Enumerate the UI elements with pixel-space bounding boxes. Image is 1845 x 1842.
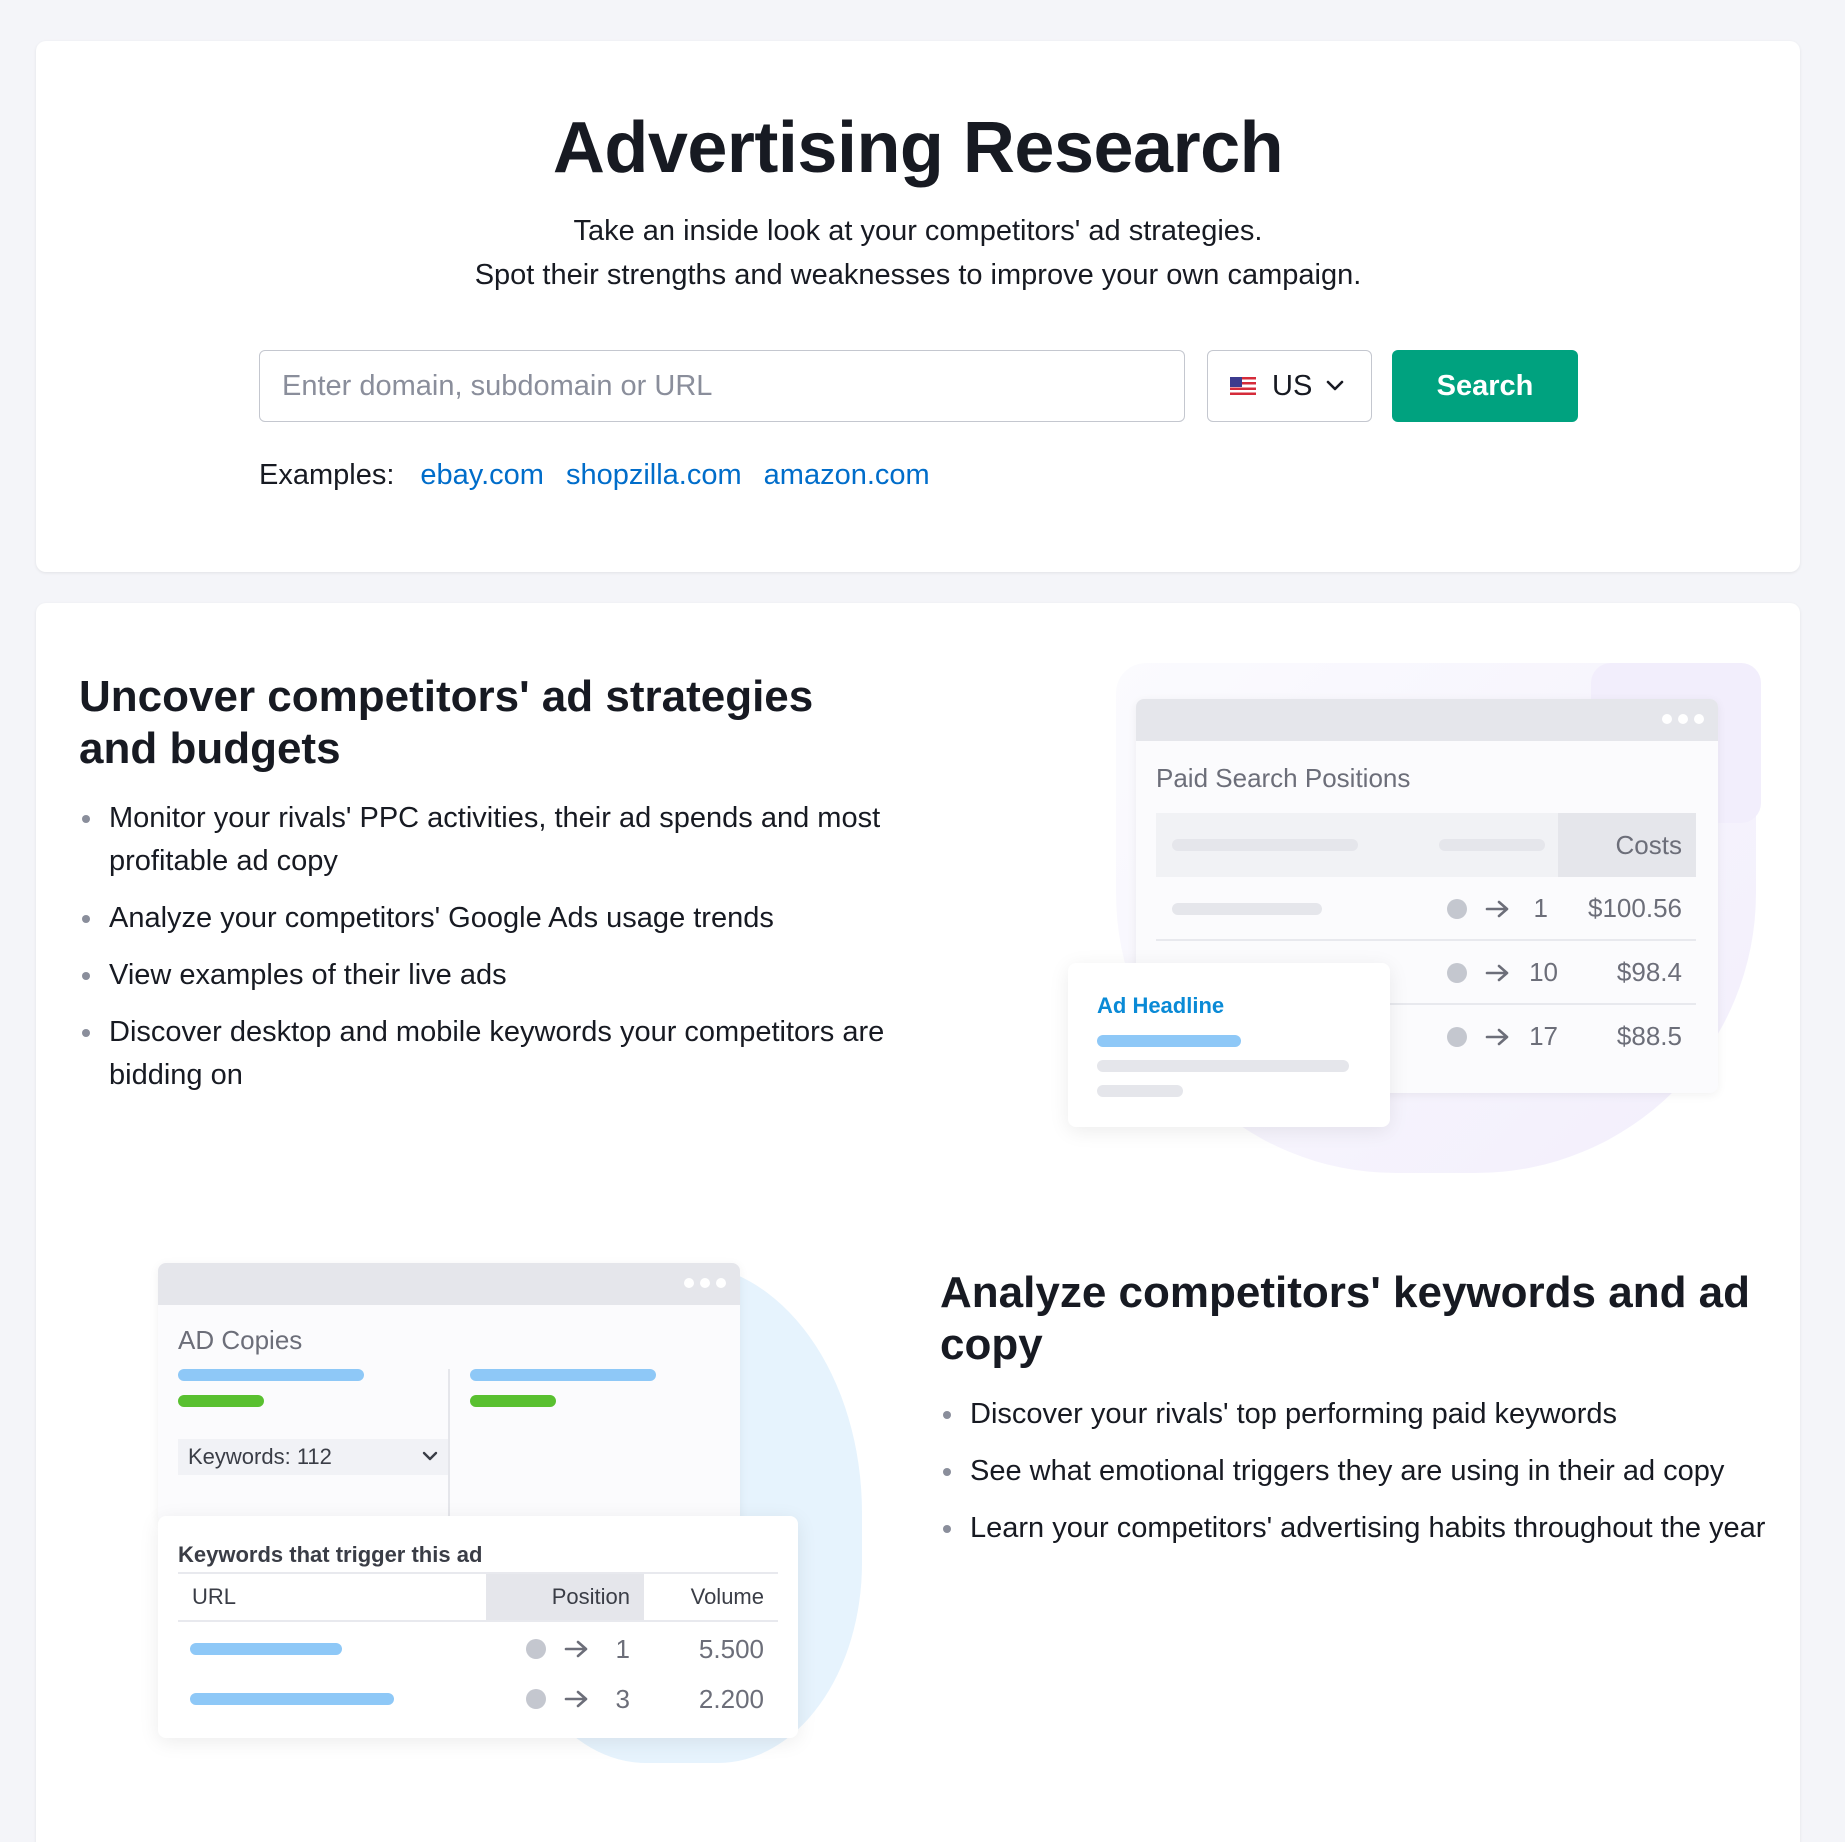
window-title: Paid Search Positions (1156, 763, 1411, 793)
cost-value: $100.56 (1588, 893, 1682, 923)
feature1-bullet: Discover desktop and mobile keywords you… (79, 1011, 899, 1097)
status-dot (526, 1639, 546, 1659)
keywords-table-row: 1 5.500 (178, 1624, 778, 1674)
placeholder-bar (1097, 1085, 1183, 1097)
feature1-bullet: View examples of their live ads (79, 954, 899, 997)
keywords-trigger-card: Keywords that trigger this ad URL Positi… (158, 1516, 798, 1738)
feature2-bullet: Learn your competitors' advertising habi… (940, 1507, 1770, 1550)
ad-copies-illustration: AD Copies Keywords: 112 Keywords that tr… (122, 1263, 922, 1803)
feature2-bullet: See what emotional triggers they are usi… (940, 1450, 1770, 1493)
arrow-right-icon (1485, 964, 1509, 982)
search-card: Advertising Research Take an inside look… (36, 41, 1800, 572)
chevron-down-icon (422, 1451, 438, 1461)
status-dot (1447, 899, 1467, 919)
paid-search-illustration: Paid Search Positions Costs 1 $100.56 10… (1016, 663, 1796, 1183)
feature1-bullet: Monitor your rivals' PPC activities, the… (79, 797, 899, 883)
keywords-select-label: Keywords: 112 (188, 1444, 332, 1469)
feature2-bullet-list: Discover your rivals' top performing pai… (940, 1393, 1770, 1564)
country-label: US (1272, 369, 1313, 402)
example-link-shopzilla[interactable]: shopzilla.com (566, 459, 742, 492)
position-value: 1 (615, 1634, 630, 1664)
page-title: Advertising Research (552, 108, 1284, 188)
keywords-select[interactable]: Keywords: 112 (178, 1439, 448, 1475)
placeholder-bar (470, 1395, 556, 1407)
feature2-bullet: Discover your rivals' top performing pai… (940, 1393, 1770, 1436)
keywords-table-title: Keywords that trigger this ad (178, 1542, 483, 1567)
keywords-table-row: 3 2.200 (178, 1674, 778, 1724)
feature2-title: Analyze competitors' keywords and ad cop… (940, 1267, 1750, 1371)
placeholder-bar (470, 1369, 656, 1381)
feature1-title-line-1: Uncover competitors' ad strategies (79, 672, 814, 721)
window-title: AD Copies (178, 1325, 303, 1355)
feature1-title-line-2: and budgets (79, 724, 341, 773)
ad-copies-window: AD Copies Keywords: 112 (158, 1263, 740, 1523)
table-header: Costs (1156, 813, 1696, 877)
position-value: 10 (1529, 957, 1558, 987)
ad-headline-card: Ad Headline (1068, 963, 1390, 1127)
example-link-ebay[interactable]: ebay.com (420, 459, 544, 492)
cost-value: $88.5 (1616, 1021, 1682, 1051)
subtitle-line-1: Take an inside look at your competitors'… (573, 215, 1263, 247)
column-header-position: Position (486, 1574, 644, 1620)
status-dot (1447, 1027, 1467, 1047)
window-titlebar (158, 1263, 740, 1305)
cost-value: $98.4 (1616, 957, 1682, 987)
window-titlebar (1136, 699, 1718, 741)
position-value: 3 (615, 1684, 630, 1714)
position-value: 17 (1529, 1021, 1558, 1051)
examples-label: Examples: (259, 459, 395, 491)
feature1-bullet: Analyze your competitors' Google Ads usa… (79, 897, 899, 940)
subtitle-line-2: Spot their strengths and weaknesses to i… (474, 259, 1362, 291)
examples-row: Examples: ebay.com shopzilla.com amazon.… (259, 459, 930, 492)
arrow-right-icon (564, 1690, 588, 1708)
us-flag-icon (1230, 377, 1256, 395)
placeholder-bar (1172, 903, 1322, 915)
feature1-bullet-list: Monitor your rivals' PPC activities, the… (79, 797, 899, 1111)
page-subtitle: Take an inside look at your competitors'… (36, 209, 1800, 297)
placeholder-bar (178, 1369, 364, 1381)
keywords-table-header: URL Position Volume (178, 1572, 778, 1622)
arrow-right-icon (1485, 900, 1509, 918)
column-header-volume: Volume (690, 1584, 764, 1609)
arrow-right-icon (1485, 1028, 1509, 1046)
placeholder-bar (1097, 1060, 1349, 1072)
position-value: 1 (1533, 893, 1548, 923)
chevron-down-icon (1326, 380, 1344, 391)
arrow-right-icon (564, 1640, 588, 1658)
window-dots-icon (684, 1278, 726, 1288)
status-dot (1447, 963, 1467, 983)
table-row: 1 $100.56 (1156, 877, 1696, 941)
feature1-title: Uncover competitors' ad strategies and b… (79, 671, 813, 775)
search-button[interactable]: Search (1392, 350, 1578, 422)
placeholder-bar (190, 1693, 394, 1705)
example-link-amazon[interactable]: amazon.com (764, 459, 930, 492)
feature2-title-line-1: Analyze competitors' keywords and ad (940, 1268, 1751, 1317)
feature2-title-line-2: copy (940, 1320, 1043, 1369)
window-dots-icon (1662, 714, 1704, 724)
placeholder-bar (1439, 839, 1545, 851)
placeholder-bar (178, 1395, 264, 1407)
costs-column-header: Costs (1558, 813, 1696, 877)
placeholder-bar (190, 1643, 342, 1655)
placeholder-bar (1172, 839, 1358, 851)
column-header-url: URL (192, 1584, 237, 1609)
domain-search-input[interactable] (259, 350, 1185, 422)
volume-value: 5.500 (698, 1634, 764, 1664)
features-card: Uncover competitors' ad strategies and b… (36, 603, 1800, 1842)
volume-value: 2.200 (698, 1684, 764, 1714)
status-dot (526, 1689, 546, 1709)
ad-headline-label: Ad Headline (1097, 993, 1225, 1018)
country-select[interactable]: US (1207, 350, 1372, 422)
placeholder-bar (1097, 1035, 1241, 1047)
